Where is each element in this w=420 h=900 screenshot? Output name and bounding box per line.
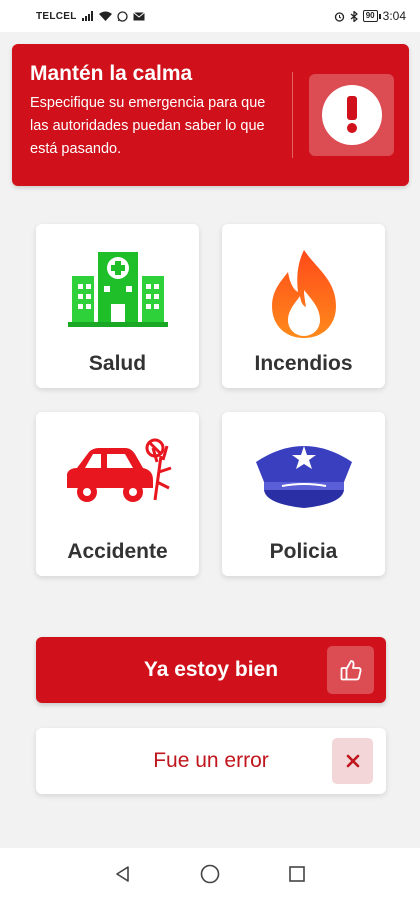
hospital-icon [36, 250, 199, 328]
police-cap-icon [222, 438, 385, 512]
header-subtitle: Especifique su emergencia para que las a… [30, 95, 266, 157]
back-triangle-icon[interactable] [114, 865, 132, 883]
mistake-button[interactable]: Fue un error [36, 728, 386, 794]
mistake-label: Fue un error [153, 749, 269, 772]
close-icon [332, 738, 373, 784]
whatsapp-icon [117, 10, 128, 22]
alert-badge [309, 74, 394, 156]
wifi-icon [98, 11, 112, 21]
bluetooth-icon [350, 10, 358, 22]
header-title: Mantén la calma [30, 62, 193, 85]
im-ok-label: Ya estoy bien [143, 658, 279, 681]
category-label: Salud [88, 352, 147, 375]
status-time: 3:04 [382, 9, 406, 23]
car-crash-icon [36, 438, 199, 510]
category-card-incendios[interactable]: Incendios [222, 224, 385, 388]
im-ok-button[interactable]: Ya estoy bien [36, 637, 386, 703]
thumbs-up-icon [327, 646, 374, 694]
category-label: Policia [269, 540, 338, 563]
carrier-name: TELCEL [36, 10, 77, 22]
exclamation-icon [321, 85, 382, 145]
system-nav-bar [0, 848, 420, 900]
battery-icon: 90 [362, 10, 381, 22]
emergency-header-card: Mantén la calma Especifique su emergenci… [12, 44, 409, 186]
signal-icon [81, 11, 93, 21]
status-bar: TELCEL 90 3:04 [0, 0, 420, 32]
home-circle-icon[interactable] [200, 864, 220, 884]
category-label: Accidente [67, 540, 168, 563]
category-card-accidente[interactable]: Accidente [36, 412, 199, 576]
category-card-policia[interactable]: Policia [222, 412, 385, 576]
fire-icon [222, 250, 385, 338]
mail-icon [132, 11, 145, 20]
recents-square-icon[interactable] [288, 865, 306, 883]
category-card-salud[interactable]: Salud [36, 224, 199, 388]
alarm-icon [334, 11, 344, 22]
header-divider [292, 72, 293, 158]
category-label: Incendios [254, 352, 353, 375]
